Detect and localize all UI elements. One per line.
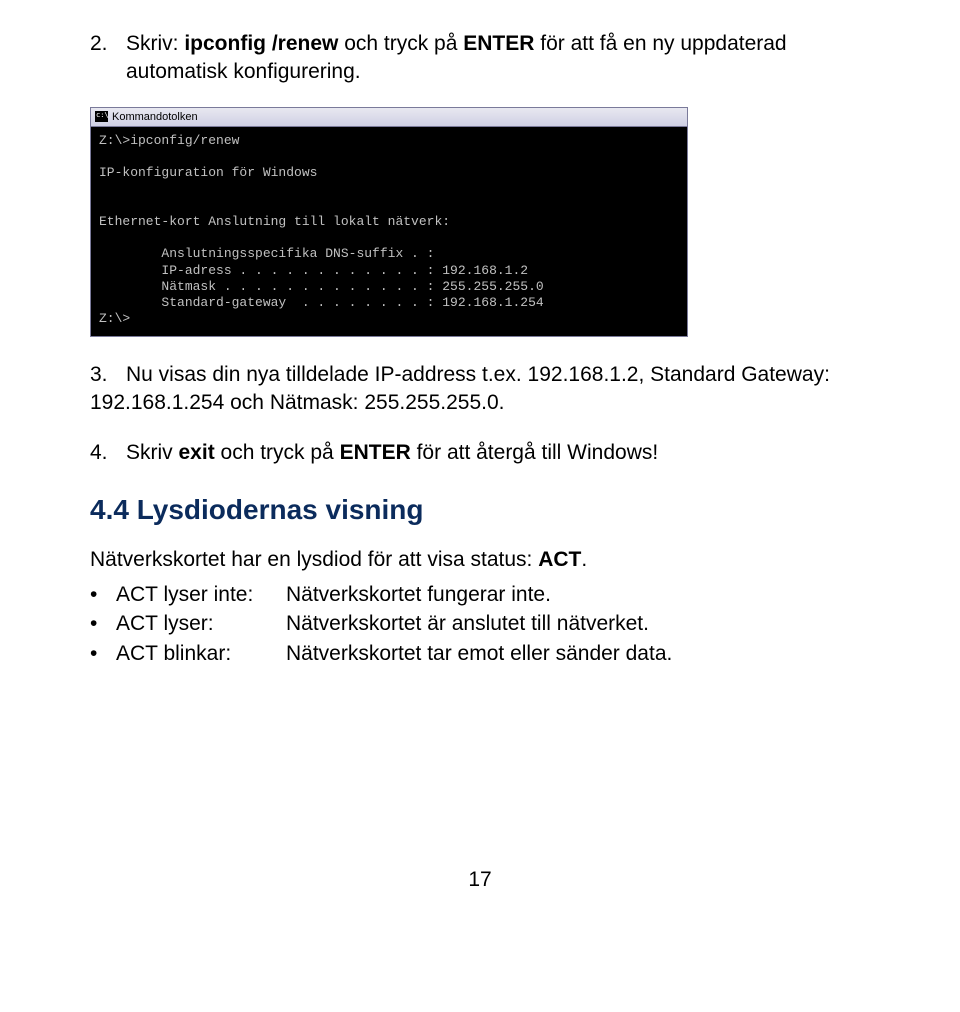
bullet-dot: • bbox=[90, 639, 116, 668]
text: för att återgå till Windows! bbox=[411, 441, 658, 464]
step-3: 3.Nu visas din nya tilldelade IP-address… bbox=[90, 361, 870, 418]
bullet-desc: Nätverkskortet fungerar inte. bbox=[286, 580, 551, 609]
document-page: 2. Skriv: ipconfig /renew och tryck på E… bbox=[0, 0, 960, 932]
step-text: Skriv exit och tryck på ENTER för att åt… bbox=[126, 441, 658, 464]
bullet-desc: Nätverkskortet tar emot eller sänder dat… bbox=[286, 639, 672, 668]
step-list-top: 2. Skriv: ipconfig /renew och tryck på E… bbox=[90, 30, 870, 87]
bullet-desc: Nätverkskortet är anslutet till nätverke… bbox=[286, 609, 649, 638]
step-text: Skriv: ipconfig /renew och tryck på ENTE… bbox=[126, 30, 870, 87]
section-intro: Nätverkskortet har en lysdiod för att vi… bbox=[90, 546, 870, 574]
led-status-list: • ACT lyser inte: Nätverkskortet fungera… bbox=[90, 580, 870, 668]
terminal-titlebar: Kommandotolken bbox=[90, 107, 688, 127]
terminal-line: Z:\> bbox=[99, 311, 130, 326]
terminal-line: Z:\>ipconfig/renew bbox=[99, 133, 239, 148]
step-number: 3. bbox=[90, 361, 126, 389]
bullet-label: ACT blinkar: bbox=[116, 639, 286, 668]
section-heading: 4.4 Lysdiodernas visning bbox=[90, 494, 870, 526]
terminal-title: Kommandotolken bbox=[112, 111, 198, 123]
step-4: 4.Skriv exit och tryck på ENTER för att … bbox=[90, 439, 870, 467]
terminal-screenshot: Kommandotolken Z:\>ipconfig/renew IP-kon… bbox=[90, 107, 870, 337]
text: . bbox=[581, 548, 587, 571]
bullet-dot: • bbox=[90, 609, 116, 638]
terminal-line: IP-adress . . . . . . . . . . . . : 192.… bbox=[99, 263, 528, 278]
terminal-line: Anslutningsspecifika DNS-suffix . : bbox=[99, 246, 434, 261]
enter-key: ENTER bbox=[463, 32, 534, 55]
step-number: 4. bbox=[90, 439, 126, 467]
step-number: 2. bbox=[90, 30, 126, 87]
terminal-line: Nätmask . . . . . . . . . . . . . : 255.… bbox=[99, 279, 544, 294]
text: Skriv: bbox=[126, 32, 184, 55]
step-2: 2. Skriv: ipconfig /renew och tryck på E… bbox=[90, 30, 870, 87]
terminal-line: Ethernet-kort Anslutning till lokalt nät… bbox=[99, 214, 450, 229]
text: Skriv bbox=[126, 441, 179, 464]
bullet-item: • ACT blinkar: Nätverkskortet tar emot e… bbox=[90, 639, 870, 668]
command-text: exit bbox=[179, 441, 215, 464]
act-label: ACT bbox=[538, 548, 581, 571]
bullet-label: ACT lyser inte: bbox=[116, 580, 286, 609]
step-text: Nu visas din nya tilldelade IP-address t… bbox=[90, 363, 830, 414]
bullet-dot: • bbox=[90, 580, 116, 609]
terminal-line: IP-konfiguration för Windows bbox=[99, 165, 317, 180]
bullet-label: ACT lyser: bbox=[116, 609, 286, 638]
terminal-body: Z:\>ipconfig/renew IP-konfiguration för … bbox=[90, 127, 688, 337]
page-number: 17 bbox=[90, 868, 870, 892]
enter-key: ENTER bbox=[340, 441, 411, 464]
text: och tryck på bbox=[215, 441, 340, 464]
text: Nätverkskortet har en lysdiod för att vi… bbox=[90, 548, 538, 571]
terminal-line: Standard-gateway . . . . . . . . : 192.1… bbox=[99, 295, 544, 310]
bullet-item: • ACT lyser: Nätverkskortet är anslutet … bbox=[90, 609, 870, 638]
cmd-icon bbox=[95, 111, 108, 122]
bullet-item: • ACT lyser inte: Nätverkskortet fungera… bbox=[90, 580, 870, 609]
command-text: ipconfig /renew bbox=[184, 32, 338, 55]
text: och tryck på bbox=[338, 32, 463, 55]
